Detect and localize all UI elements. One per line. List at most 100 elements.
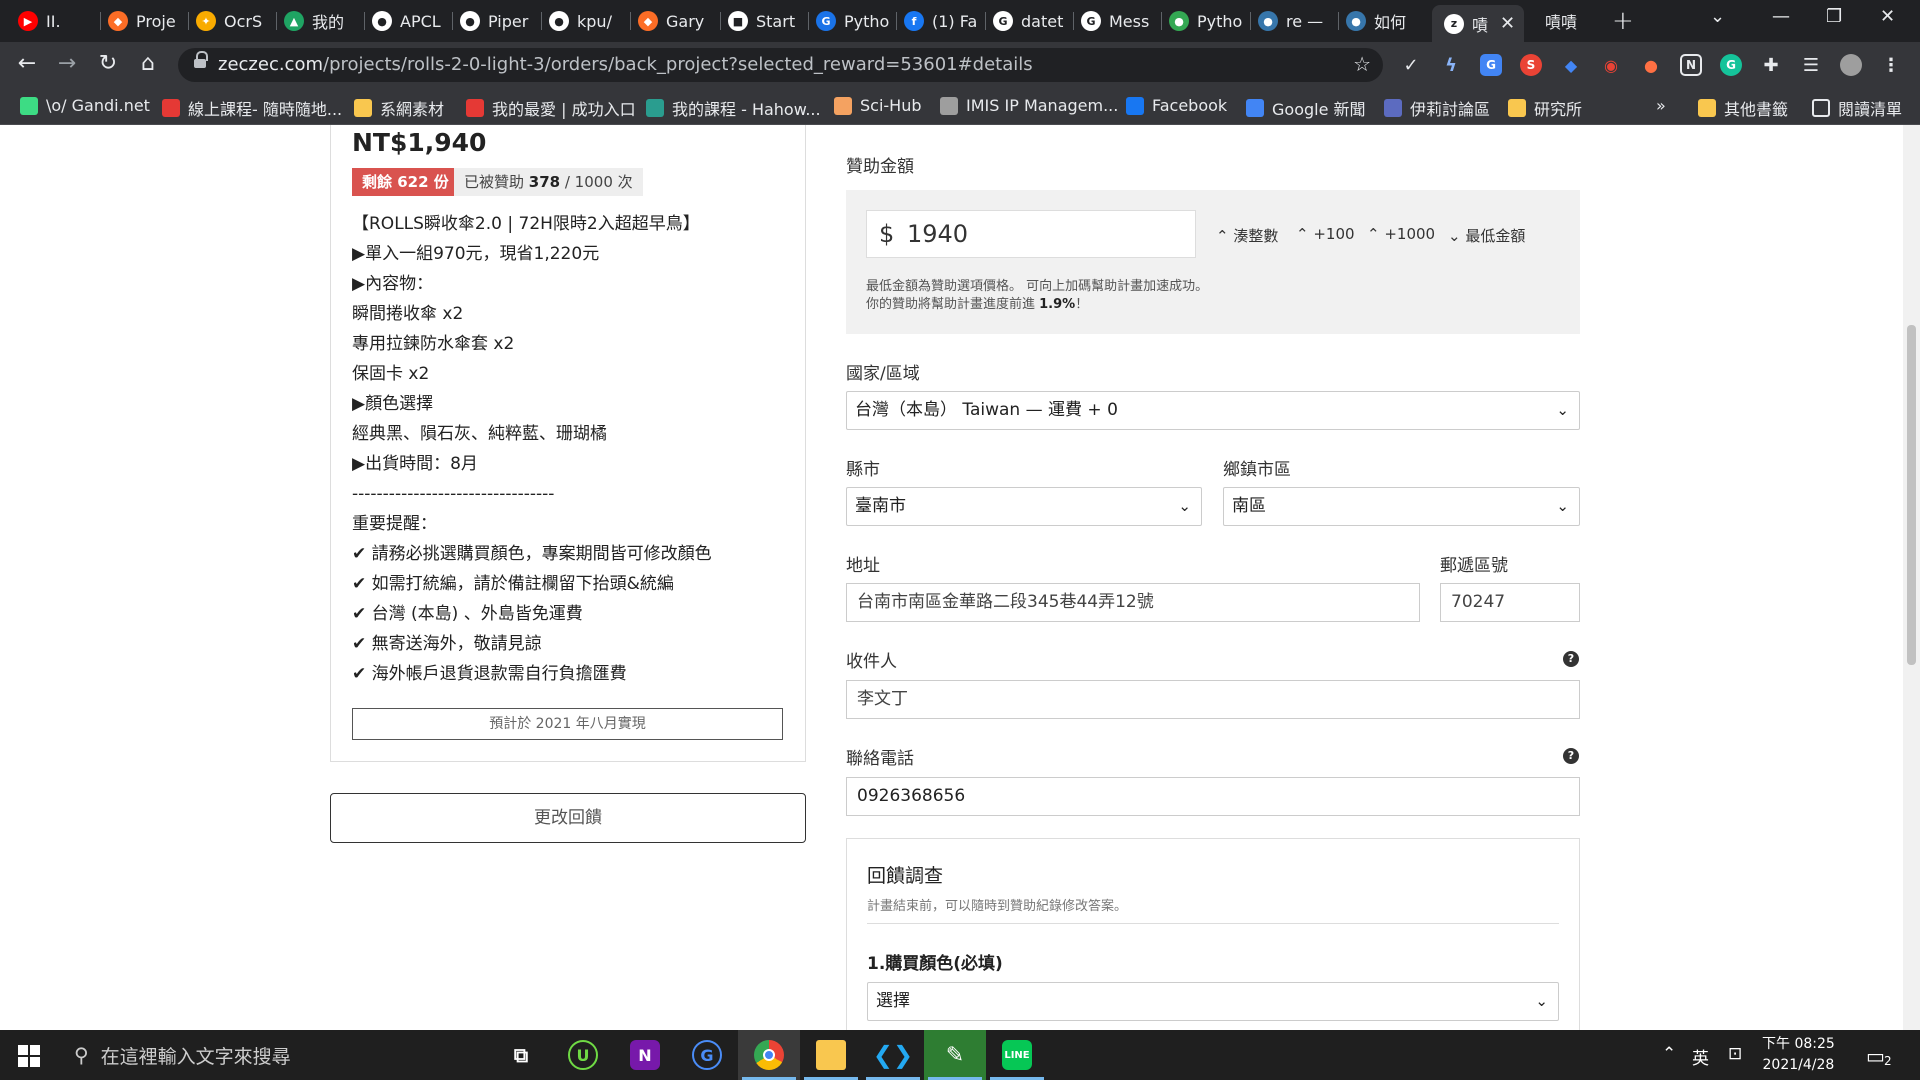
bookmark-item[interactable]: 伊莉討論區 xyxy=(1384,96,1490,120)
media-control-icon[interactable]: ☰ xyxy=(1800,54,1822,76)
browser-tab[interactable]: ● re — xyxy=(1258,5,1338,37)
county-label: 縣市 xyxy=(846,460,880,480)
chrome-menu-icon[interactable]: ⌄ xyxy=(1710,6,1725,27)
county-select[interactable]: 臺南市 ⌄ xyxy=(846,487,1202,526)
tab-favicon-icon: ● xyxy=(1346,11,1366,31)
browser-tab[interactable]: ✦ OcrS xyxy=(196,5,276,37)
browser-tab[interactable]: ● APCL xyxy=(372,5,452,37)
reading-list-button[interactable]: 閱讀清單 xyxy=(1812,96,1902,120)
back-icon[interactable]: ← xyxy=(13,51,41,76)
tab-label: kpu/ xyxy=(577,11,612,31)
profile-avatar-icon[interactable] xyxy=(1840,54,1862,76)
browser-tab[interactable]: ◆ Proje xyxy=(108,5,188,37)
tab-favicon-icon: z xyxy=(1444,13,1464,34)
windows-start-icon[interactable] xyxy=(18,1045,40,1067)
browser-tab[interactable]: ● Pytho xyxy=(1169,5,1249,37)
color-select[interactable]: 選擇 ⌄ xyxy=(867,982,1559,1021)
recipient-input[interactable]: 李文丁 xyxy=(846,680,1580,719)
record-extension-icon[interactable]: ◉ xyxy=(1600,54,1622,76)
page-scrollbar[interactable] xyxy=(1903,125,1920,1030)
more-menu-icon[interactable]: ⋮ xyxy=(1880,54,1902,76)
help-icon[interactable]: ? xyxy=(1563,651,1579,667)
phone-input[interactable]: 0926368656 xyxy=(846,777,1580,816)
system-clock[interactable]: 下午 08:25 2021/4/28 xyxy=(1762,1034,1835,1076)
bookmark-item[interactable]: 系網素材 xyxy=(354,96,444,120)
upwork-app-icon[interactable]: U xyxy=(552,1030,614,1080)
bookmark-item[interactable]: Facebook xyxy=(1126,96,1227,115)
browser-tab[interactable]: f (1) Fa xyxy=(904,5,984,37)
plus-100-option[interactable]: ⌃ +100 xyxy=(1296,225,1355,243)
plus-1000-option[interactable]: ⌃ +1000 xyxy=(1367,225,1435,243)
amount-input[interactable]: $ 1940 xyxy=(866,210,1196,258)
bookmark-item[interactable]: Google 新聞 xyxy=(1246,96,1366,120)
change-reward-button[interactable]: 更改回饋 xyxy=(330,793,806,843)
minimize-icon[interactable]: — xyxy=(1772,6,1790,27)
bookmark-item[interactable]: 我的課程 - Hahow... xyxy=(646,96,821,120)
onenote-app-icon[interactable]: N xyxy=(614,1030,676,1080)
reload-icon[interactable]: ↻ xyxy=(94,51,122,76)
minimum-amount-option[interactable]: ⌄ 最低金額 xyxy=(1448,225,1525,246)
notion-extension-icon[interactable]: N xyxy=(1680,54,1702,76)
maximize-icon[interactable]: ❐ xyxy=(1826,6,1842,27)
extensions-puzzle-icon[interactable]: ✚ xyxy=(1760,54,1782,76)
taskbar-search-box[interactable]: ⚲ 在這裡輸入文字來搜尋 xyxy=(60,1030,492,1080)
tab-label: II. xyxy=(46,11,61,31)
bookmark-item[interactable]: 研究所 xyxy=(1508,96,1582,120)
other-bookmarks-folder[interactable]: 其他書籤 xyxy=(1698,96,1788,120)
new-tab-button[interactable]: + xyxy=(1612,6,1634,36)
browser-tab[interactable]: ● 如何 xyxy=(1346,5,1426,37)
bookmarks-more-chevron[interactable]: » xyxy=(1656,96,1666,115)
browser-tab[interactable]: ■ Start xyxy=(728,5,808,37)
browser-tab[interactable]: ▲ 我的 xyxy=(284,5,364,37)
round-up-option[interactable]: ⌃ 湊整數 xyxy=(1216,225,1278,246)
chrome-app-icon[interactable] xyxy=(738,1030,800,1080)
zip-input[interactable]: 70247 xyxy=(1440,583,1580,622)
tray-chevron-up-icon[interactable]: ⌃ xyxy=(1662,1044,1676,1064)
bookmark-item[interactable]: 我的最愛 | 成功入口 xyxy=(466,96,636,120)
browser-tab[interactable]: ◆ Gary xyxy=(638,5,718,37)
tab-separator xyxy=(452,12,453,30)
grammarly-extension-icon[interactable]: G xyxy=(1720,54,1742,76)
help-icon[interactable]: ? xyxy=(1563,748,1579,764)
bolt-extension-icon[interactable]: ϟ xyxy=(1440,54,1462,76)
grammarly-app-icon[interactable]: G xyxy=(676,1030,738,1080)
profile-tab-label[interactable]: 嘖嘖 xyxy=(1545,5,1577,37)
close-window-icon[interactable]: ✕ xyxy=(1880,6,1895,27)
s-extension-icon[interactable]: S xyxy=(1520,54,1542,76)
vscode-app-icon[interactable]: ❮❯ xyxy=(862,1030,924,1080)
pen-app-icon[interactable]: ✎ xyxy=(924,1030,986,1080)
bookmark-item[interactable]: 線上課程- 隨時隨地... xyxy=(162,96,342,120)
flame-extension-icon[interactable]: ● xyxy=(1640,54,1662,76)
file-explorer-app-icon[interactable] xyxy=(800,1030,862,1080)
ime-indicator[interactable]: 英 xyxy=(1692,1044,1709,1069)
browser-tab[interactable]: G Pytho xyxy=(816,5,896,37)
translate-extension-icon[interactable]: G xyxy=(1480,54,1502,76)
browser-tab[interactable]: ● Piper xyxy=(460,5,540,37)
task-view-icon[interactable]: ⧉ xyxy=(490,1030,552,1080)
line-app-icon[interactable]: LINE xyxy=(986,1030,1048,1080)
bookmark-item[interactable]: IMIS IP Managem... xyxy=(940,96,1118,115)
home-icon[interactable]: ⌂ xyxy=(134,51,162,76)
address-bar[interactable]: zeczec.com/projects/rolls-2-0-light-3/or… xyxy=(178,48,1383,82)
browser-tab[interactable]: Gdatet xyxy=(993,5,1073,37)
browser-tab[interactable]: z 嘖 ✕ xyxy=(1432,5,1524,42)
tab-favicon-icon: ◆ xyxy=(108,11,128,31)
ime-mode-icon[interactable]: ⊡ xyxy=(1728,1044,1742,1064)
browser-tab[interactable]: ● kpu/ xyxy=(549,5,629,37)
browser-tab[interactable]: G Mess xyxy=(1081,5,1161,37)
check-extension-icon[interactable]: ✓ xyxy=(1400,54,1422,76)
tab-label: 我的 xyxy=(312,13,345,32)
country-select[interactable]: 台灣（本島） Taiwan — 運費 + 0 ⌄ xyxy=(846,391,1580,430)
bookmark-star-icon[interactable]: ☆ xyxy=(1353,52,1371,76)
notification-center-icon[interactable]: ▭ xyxy=(1866,1044,1885,1068)
browser-tab[interactable]: ▶ II. xyxy=(18,5,98,37)
address-input[interactable]: 台南市南區金華路二段345巷44弄12號 xyxy=(846,583,1420,622)
district-select[interactable]: 南區 ⌄ xyxy=(1223,487,1580,526)
bookmark-item[interactable]: Sci-Hub xyxy=(834,96,922,115)
diamond-extension-icon[interactable]: ◆ xyxy=(1560,54,1582,76)
bookmark-item[interactable]: \o/ Gandi.net xyxy=(20,96,150,115)
forward-icon[interactable]: → xyxy=(53,51,81,76)
close-tab-icon[interactable]: ✕ xyxy=(1500,13,1515,34)
scroll-thumb[interactable] xyxy=(1907,325,1916,665)
tab-favicon-icon: ✦ xyxy=(196,11,216,31)
